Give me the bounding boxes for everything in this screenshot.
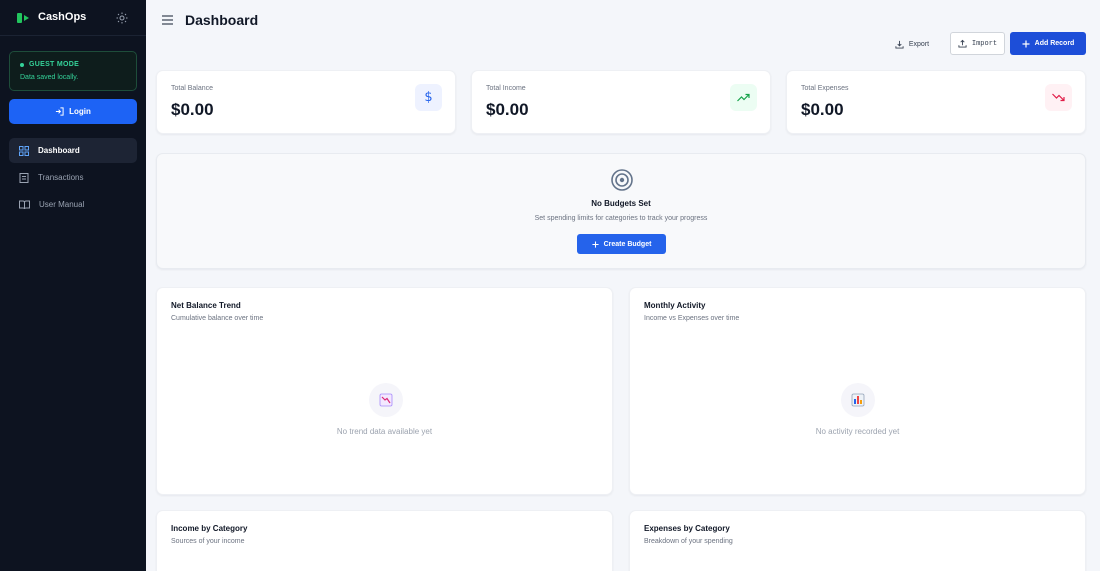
book-icon [19, 200, 30, 209]
sun-icon[interactable] [116, 12, 128, 24]
chart-title: Expenses by Category [644, 524, 730, 533]
chart-subtitle: Breakdown of your spending [644, 538, 733, 545]
bar-chart-icon [841, 383, 875, 417]
plus-icon [1022, 40, 1030, 47]
sidebar: CashOps GUEST MODE Data saved locally. L… [0, 0, 146, 571]
page-title: Dashboard [185, 12, 259, 28]
login-icon [56, 107, 64, 116]
sidebar-item-user-manual[interactable]: User Manual [9, 192, 137, 217]
stat-label: Total Expenses [801, 85, 849, 92]
stat-value: $0.00 [171, 100, 214, 119]
stat-label: Total Balance [171, 85, 214, 92]
sidebar-item-label: Transactions [38, 173, 84, 182]
chart-subtitle: Income vs Expenses over time [644, 315, 740, 322]
stat-card-expenses: Total Expenses $0.00 [786, 70, 1086, 134]
sidebar-item-transactions[interactable]: Transactions [9, 165, 137, 190]
login-button[interactable]: Login [9, 99, 137, 124]
dollar-icon: $ [415, 84, 442, 111]
stat-card-income: Total Income $0.00 [471, 70, 771, 134]
chart-down-icon [369, 383, 403, 417]
plus-icon [592, 240, 599, 248]
chart-title: Net Balance Trend [171, 301, 241, 310]
guest-mode-notice: GUEST MODE Data saved locally. [9, 51, 137, 91]
export-label: Export [908, 41, 930, 48]
target-icon [611, 169, 633, 191]
chart-title: Monthly Activity [644, 301, 706, 310]
upload-icon [958, 39, 967, 48]
budgets-card: No Budgets Set Set spending limits for c… [156, 153, 1086, 269]
empty-state-text: No trend data available yet [336, 427, 433, 436]
create-budget-button[interactable]: Create Budget [577, 234, 666, 254]
empty-state-text: No activity recorded yet [815, 427, 900, 436]
chart-subtitle: Cumulative balance over time [171, 315, 264, 322]
budgets-empty-subtitle: Set spending limits for categories to tr… [534, 215, 708, 222]
net-balance-trend-card: Net Balance Trend Cumulative balance ove… [156, 287, 613, 495]
sidebar-item-label: Dashboard [38, 146, 80, 155]
cashops-logo-icon [17, 13, 29, 23]
import-button[interactable]: Import [950, 32, 1005, 55]
stat-card-balance: Total Balance $0.00 $ [156, 70, 456, 134]
stat-value: $0.00 [801, 100, 844, 119]
chart-title: Income by Category [171, 524, 248, 533]
stat-value: $0.00 [486, 100, 529, 119]
expenses-by-category-card: Expenses by Category Breakdown of your s… [629, 510, 1086, 571]
trend-up-icon [730, 84, 757, 111]
trend-down-icon [1045, 84, 1072, 111]
receipt-icon [19, 172, 29, 183]
monthly-activity-card: Monthly Activity Income vs Expenses over… [629, 287, 1086, 495]
hamburger-menu-icon[interactable] [162, 15, 173, 25]
export-button[interactable]: Export [885, 33, 939, 56]
sidebar-item-dashboard[interactable]: Dashboard [9, 138, 137, 163]
guest-mode-subtitle: Data saved locally. [20, 74, 79, 81]
brand: CashOps [0, 0, 146, 36]
sidebar-item-label: User Manual [39, 200, 85, 209]
login-label: Login [69, 107, 91, 116]
budgets-empty-title: No Budgets Set [591, 199, 651, 208]
import-label: Import [971, 39, 998, 48]
download-icon [895, 40, 904, 49]
status-dot [20, 63, 24, 67]
add-record-button[interactable]: Add Record [1010, 32, 1086, 55]
dashboard-icon [19, 145, 29, 156]
income-by-category-card: Income by Category Sources of your incom… [156, 510, 613, 571]
stat-label: Total Income [486, 85, 526, 92]
create-budget-label: Create Budget [603, 240, 652, 248]
guest-mode-title: GUEST MODE [29, 61, 80, 68]
add-record-label: Add Record [1034, 40, 1075, 47]
app-name: CashOps [38, 11, 87, 23]
chart-subtitle: Sources of your income [171, 538, 245, 545]
